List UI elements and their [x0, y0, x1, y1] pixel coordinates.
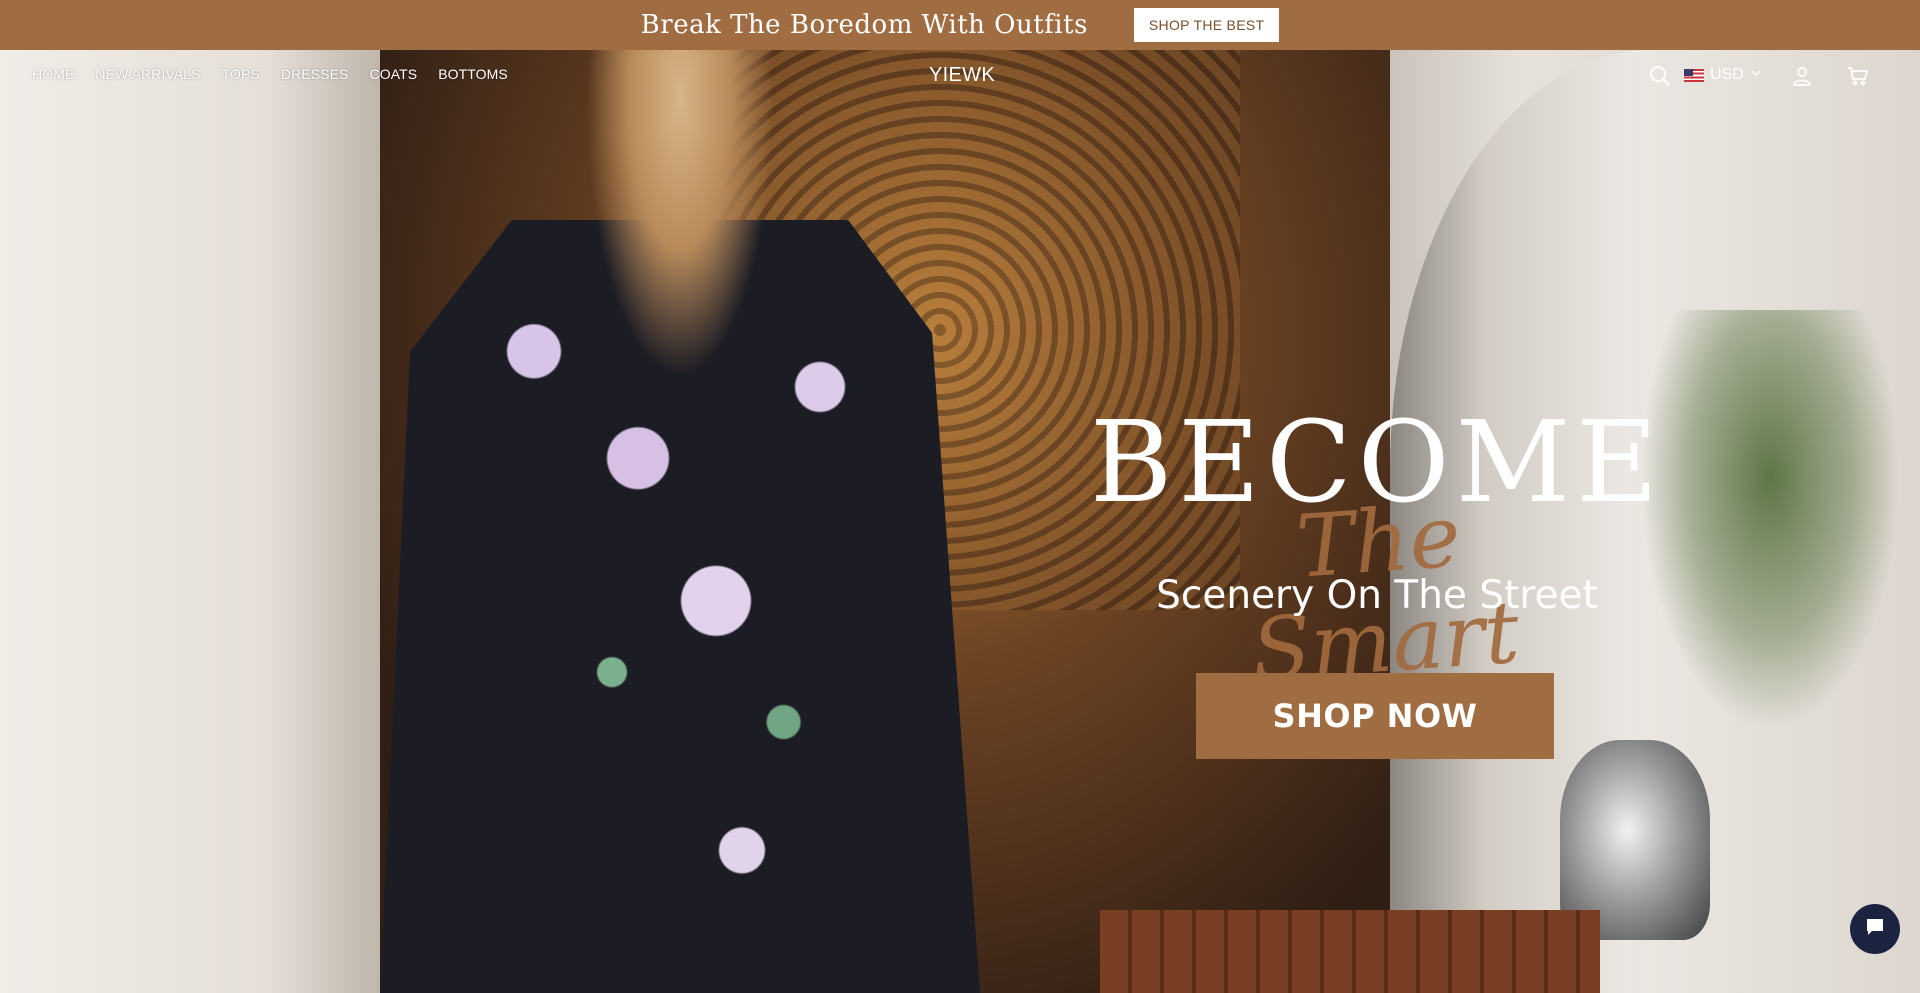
nav-item-dresses[interactable]: DRESSES — [281, 66, 349, 82]
hero-subheadline: Scenery On The Street — [1156, 573, 1598, 618]
chat-button[interactable] — [1850, 904, 1900, 954]
main-nav: HOME NEW ARRIVALS TOPS DRESSES COATS BOT… — [32, 66, 508, 82]
account-icon[interactable] — [1790, 64, 1814, 88]
currency-selector[interactable]: USD — [1684, 66, 1762, 84]
hero-copy: BECOME The Smart Scenery On The Street S… — [1082, 400, 1672, 800]
nav-item-coats[interactable]: COATS — [370, 66, 418, 82]
nav-item-tops[interactable]: TOPS — [222, 66, 260, 82]
nav-item-new-arrivals[interactable]: NEW ARRIVALS — [95, 66, 200, 82]
announcement-bar: Break The Boredom With Outfits SHOP THE … — [0, 0, 1920, 50]
chat-icon — [1863, 915, 1887, 944]
site-header: HOME NEW ARRIVALS TOPS DRESSES COATS BOT… — [0, 50, 1920, 102]
cart-icon[interactable] — [1846, 64, 1870, 88]
shop-now-button[interactable]: SHOP NOW — [1196, 673, 1554, 759]
us-flag-icon — [1684, 68, 1704, 82]
currency-label: USD — [1710, 66, 1744, 83]
hero-plant — [1640, 310, 1900, 730]
chevron-down-icon — [1750, 66, 1762, 84]
hero-dress-pattern — [430, 280, 950, 993]
hero-counter — [1100, 910, 1600, 993]
announcement-text: Break The Boredom With Outfits — [640, 10, 1088, 40]
nav-item-home[interactable]: HOME — [32, 66, 74, 82]
site-logo[interactable]: YIEWK — [929, 64, 995, 87]
hero-wall-left — [0, 50, 380, 993]
nav-item-bottoms[interactable]: BOTTOMS — [438, 66, 508, 82]
search-icon[interactable] — [1648, 64, 1672, 88]
shop-the-best-button[interactable]: SHOP THE BEST — [1133, 8, 1280, 42]
